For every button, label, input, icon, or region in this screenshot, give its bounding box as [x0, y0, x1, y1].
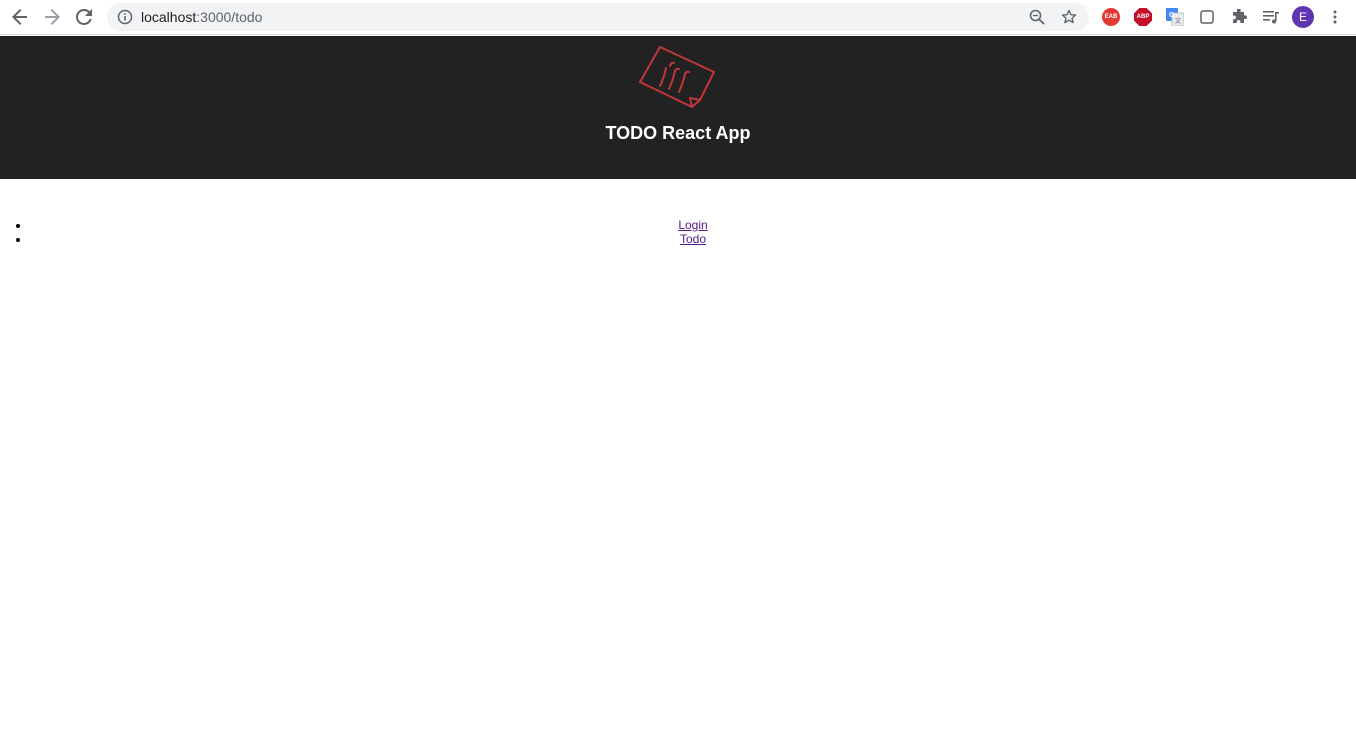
todo-logo-icon [638, 44, 718, 115]
nav-item-todo: Todo [30, 232, 1356, 246]
abp-extension-icon[interactable]: ABP [1134, 8, 1152, 26]
abp-label: ABP [1136, 14, 1150, 20]
star-icon[interactable] [1061, 9, 1077, 30]
back-arrow-icon [12, 9, 27, 25]
reload-button[interactable] [70, 3, 98, 31]
square-icon[interactable] [1198, 8, 1216, 26]
forward-arrow-icon [45, 9, 60, 25]
translate-icon[interactable]: G文 [1166, 8, 1184, 26]
app-title: TODO React App [605, 123, 751, 143]
browser-toolbar: localhost:3000/todo EAB ABP G文 E [0, 0, 1356, 35]
avatar-letter: E [1298, 10, 1307, 24]
profile-avatar[interactable]: E [1292, 6, 1314, 28]
back-button[interactable] [6, 3, 34, 31]
puzzle-icon[interactable] [1230, 8, 1248, 26]
address-bar[interactable]: localhost:3000/todo [107, 3, 1089, 31]
svg-text:G: G [1169, 12, 1175, 19]
nav-item-login: Login [30, 218, 1356, 232]
todo-link[interactable]: Todo [680, 232, 706, 246]
url-text[interactable]: localhost:3000/todo [141, 3, 262, 31]
app-header: TODO React App [0, 36, 1356, 179]
reload-icon [76, 9, 92, 25]
nav-list: Login Todo [0, 218, 1356, 246]
login-link[interactable]: Login [678, 218, 707, 232]
url-host: localhost [141, 9, 197, 25]
eab-extension-icon[interactable]: EAB [1102, 8, 1120, 26]
svg-text:文: 文 [1175, 17, 1181, 25]
kebab-menu-icon[interactable] [1326, 8, 1344, 26]
media-icon[interactable] [1262, 8, 1280, 26]
url-path: :3000/todo [196, 9, 263, 25]
zoom-icon[interactable] [1029, 9, 1045, 30]
eab-label: EAB [1104, 14, 1118, 20]
forward-button[interactable] [38, 3, 66, 31]
info-icon[interactable] [117, 9, 133, 30]
